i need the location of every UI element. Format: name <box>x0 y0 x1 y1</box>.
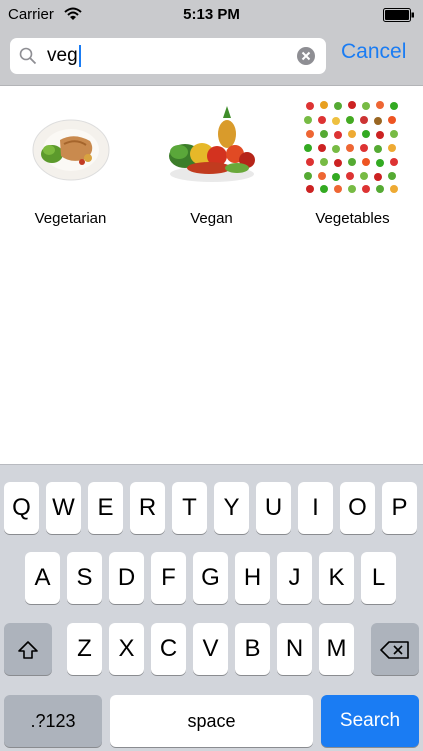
keyboard: Q W E R T Y U I O P A S D F G H J K L Z … <box>0 464 423 751</box>
vegan-vegetables-image <box>168 106 255 182</box>
key-f[interactable]: F <box>151 552 186 604</box>
search-icon <box>19 47 37 65</box>
search-query: veg <box>47 45 78 66</box>
key-h[interactable]: H <box>235 552 270 604</box>
search-field[interactable]: veg <box>10 38 326 74</box>
key-v[interactable]: V <box>193 623 228 675</box>
key-w[interactable]: W <box>46 482 81 534</box>
key-r[interactable]: R <box>130 482 165 534</box>
result-label: Vegan <box>190 210 233 227</box>
shift-key[interactable] <box>4 623 52 675</box>
key-z[interactable]: Z <box>67 623 102 675</box>
key-q[interactable]: Q <box>4 482 39 534</box>
cancel-button[interactable]: Cancel <box>341 40 406 64</box>
numbers-key[interactable]: .?123 <box>4 695 102 747</box>
search-results: Vegetarian Vegan Vegetables <box>0 86 423 464</box>
key-c[interactable]: C <box>151 623 186 675</box>
key-g[interactable]: G <box>193 552 228 604</box>
status-bar: Carrier 5:13 PM <box>0 0 423 30</box>
space-key[interactable]: space <box>110 695 313 747</box>
key-l[interactable]: L <box>361 552 396 604</box>
key-m[interactable]: M <box>319 623 354 675</box>
key-s[interactable]: S <box>67 552 102 604</box>
result-item-vegan[interactable]: Vegan <box>141 96 282 227</box>
search-bar: veg Cancel <box>0 30 423 86</box>
key-u[interactable]: U <box>256 482 291 534</box>
search-input[interactable]: veg <box>47 44 81 68</box>
shift-icon <box>18 640 38 659</box>
text-caret <box>78 44 81 67</box>
key-j[interactable]: J <box>277 552 312 604</box>
key-x[interactable]: X <box>109 623 144 675</box>
battery-icon <box>383 8 414 22</box>
result-item-vegetarian[interactable]: Vegetarian <box>0 96 141 227</box>
key-k[interactable]: K <box>319 552 354 604</box>
search-key[interactable]: Search <box>321 695 419 747</box>
result-item-vegetables[interactable]: Vegetables <box>282 96 423 227</box>
key-n[interactable]: N <box>277 623 312 675</box>
result-label: Vegetables <box>315 210 390 227</box>
key-o[interactable]: O <box>340 482 375 534</box>
key-p[interactable]: P <box>382 482 417 534</box>
key-i[interactable]: I <box>298 482 333 534</box>
key-b[interactable]: B <box>235 623 270 675</box>
vegetarian-dish-image <box>32 119 109 181</box>
result-label: Vegetarian <box>34 210 107 227</box>
key-a[interactable]: A <box>25 552 60 604</box>
vegetables-collage-image <box>303 101 398 193</box>
key-t[interactable]: T <box>172 482 207 534</box>
backspace-key[interactable] <box>371 623 419 675</box>
backspace-icon <box>380 640 409 659</box>
key-y[interactable]: Y <box>214 482 249 534</box>
key-d[interactable]: D <box>109 552 144 604</box>
clear-icon[interactable] <box>296 46 316 66</box>
key-e[interactable]: E <box>88 482 123 534</box>
status-time: 5:13 PM <box>183 6 240 23</box>
